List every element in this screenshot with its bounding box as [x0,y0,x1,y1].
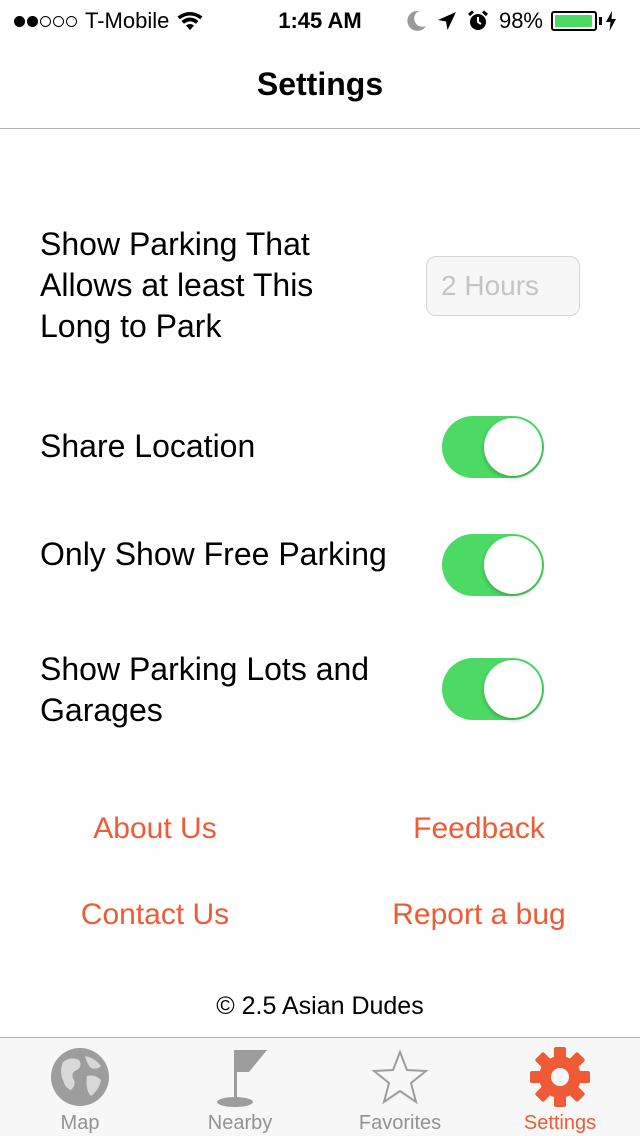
copyright-text: © 2.5 Asian Dudes [216,992,424,1020]
battery-fill [555,15,593,27]
contact-us-link[interactable]: Contact Us [5,898,305,932]
navigation-bar: Settings [0,40,640,129]
tab-nearby[interactable]: Nearby [160,1038,320,1136]
tab-label: Favorites [358,1112,442,1134]
lots-garages-label: Show Parking Lots and Garages [40,649,369,731]
gear-icon [530,1047,590,1107]
parking-duration-label: Show Parking That Allows at least This L… [40,224,313,347]
toggle-knob [484,660,542,718]
toggle-knob [484,536,542,594]
location-arrow-icon [437,12,456,30]
alarm-icon [467,10,488,30]
battery-tip [599,17,602,25]
free-parking-label: Only Show Free Parking [40,536,387,572]
about-us-link[interactable]: About Us [5,812,305,846]
star-icon [371,1049,429,1105]
tab-map[interactable]: Map [0,1038,160,1136]
lots-garages-label-line: Show Parking Lots and [40,651,370,687]
parking-duration-label-line: Long to Park [40,308,222,344]
parking-duration-label-line: Allows at least This [40,267,314,303]
tab-settings[interactable]: Settings [480,1038,640,1136]
charging-bolt-icon [606,11,616,31]
battery-icon [551,11,597,31]
parking-duration-input[interactable] [426,256,580,316]
feedback-link[interactable]: Feedback [329,812,629,846]
lots-garages-label-line: Garages [40,692,163,728]
free-parking-toggle[interactable] [442,534,544,596]
report-bug-link[interactable]: Report a bug [329,898,629,932]
globe-icon [51,1048,109,1106]
parking-duration-label-line: Show Parking That [40,226,310,262]
tab-label: Map [60,1112,100,1134]
share-location-label: Share Location [40,428,256,464]
lots-garages-toggle[interactable] [442,658,544,720]
tab-favorites[interactable]: Favorites [320,1038,480,1136]
tab-label: Settings [523,1112,597,1134]
flag-icon [217,1050,267,1107]
tab-bar: Map Nearby Favorites Settings [0,1037,640,1136]
status-bar: T-Mobile 1:45 AM 98% [0,0,640,40]
battery-percent: 98% [498,8,543,33]
status-right: 98% [407,8,626,34]
toggle-knob [484,418,542,476]
tab-label: Nearby [207,1112,273,1134]
share-location-toggle[interactable] [442,416,544,478]
page-title: Settings [256,66,384,102]
moon-icon [407,10,426,31]
